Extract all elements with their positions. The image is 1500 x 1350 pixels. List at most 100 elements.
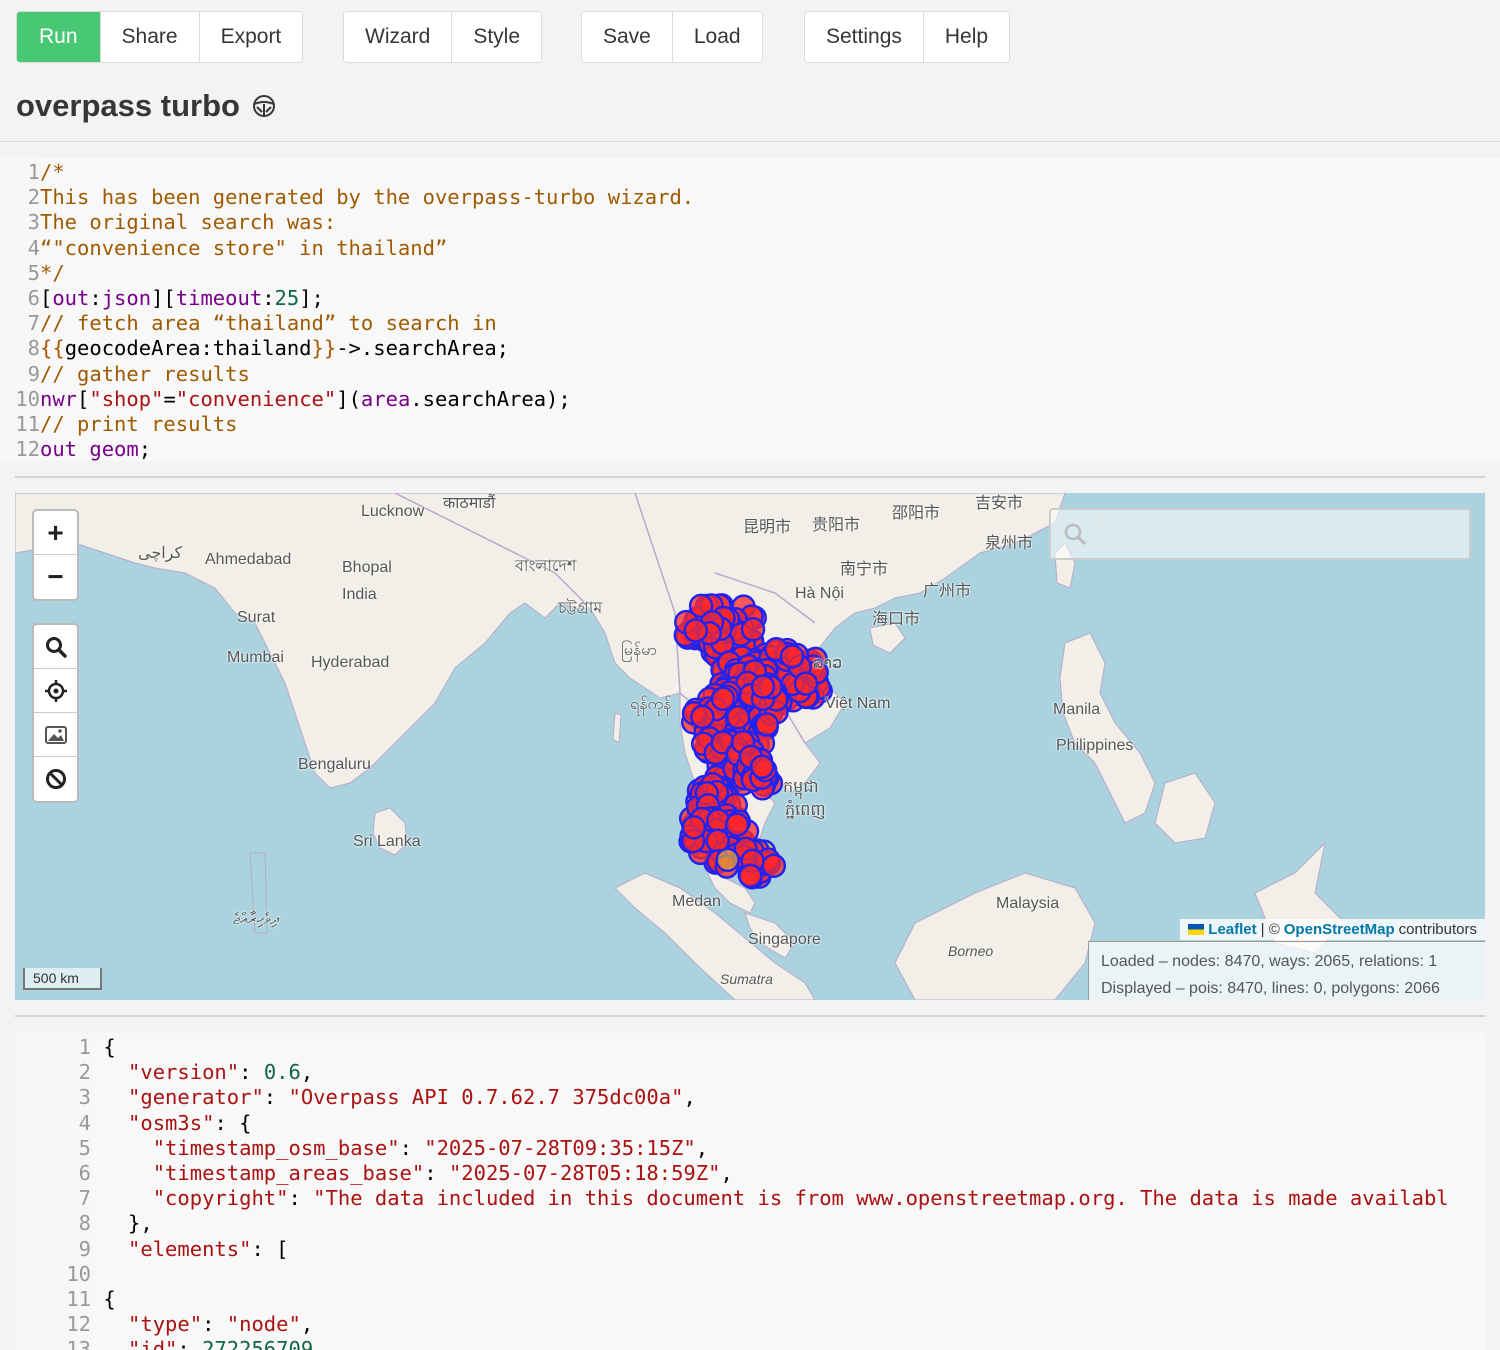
code-token: // print results bbox=[40, 412, 238, 436]
ukraine-flag-icon bbox=[1188, 924, 1205, 935]
poi-marker[interactable] bbox=[738, 863, 763, 889]
query-editor[interactable]: 1/* 2This has been generated by the overp… bbox=[0, 158, 1500, 461]
output-line[interactable]: 7 "copyright": "The data included in thi… bbox=[15, 1186, 1449, 1211]
map-view[interactable]: Lucknow काठमाडौं 昆明市 贵阳市 邵阳市 吉安市 泉州市 كراچی Ahmed… bbox=[15, 493, 1485, 1000]
run-button[interactable]: Run bbox=[17, 12, 101, 62]
locate-me-button[interactable] bbox=[34, 669, 77, 713]
output-line[interactable]: 8 }, bbox=[15, 1211, 153, 1236]
poi-marker[interactable] bbox=[750, 674, 776, 699]
map-label-bangladesh: বাংলাদেশ bbox=[515, 558, 577, 575]
code-token: nwr bbox=[40, 386, 78, 411]
output-line[interactable]: 3 "generator": "Overpass API 0.7.62.7 37… bbox=[15, 1085, 696, 1110]
zoom-out-button[interactable]: − bbox=[34, 555, 77, 599]
poi-marker[interactable] bbox=[690, 704, 715, 730]
wizard-button[interactable]: Wizard bbox=[344, 12, 453, 62]
output-line[interactable]: 4 "osm3s": { bbox=[15, 1111, 252, 1136]
poi-marker[interactable] bbox=[724, 812, 750, 837]
map-label-borneo: Borneo bbox=[948, 943, 994, 959]
poi-marker[interactable] bbox=[793, 671, 819, 696]
map-label-haikou: 海口市 bbox=[872, 611, 921, 628]
code-token: 25 bbox=[274, 286, 300, 310]
line-number: 9 bbox=[78, 1236, 91, 1261]
query-line[interactable]: 2This has been generated by the overpass… bbox=[0, 185, 694, 210]
query-line[interactable]: 12out geom; bbox=[0, 437, 151, 462]
query-line[interactable]: 7// fetch area “thailand” to search in bbox=[0, 311, 497, 336]
poi-marker[interactable] bbox=[779, 644, 805, 669]
save-button[interactable]: Save bbox=[582, 12, 673, 62]
output-line[interactable]: 1 { bbox=[15, 1035, 116, 1060]
json-token: "version" bbox=[128, 1060, 240, 1085]
line-number: 10 bbox=[66, 1261, 91, 1286]
output-viewer[interactable]: 1 {2 "version": 0.6, 3 "generator": "Over… bbox=[15, 1033, 1485, 1350]
poi-marker[interactable] bbox=[754, 712, 780, 737]
osm-link[interactable]: OpenStreetMap bbox=[1284, 921, 1395, 938]
map-label-bengaluru: Bengaluru bbox=[298, 756, 371, 773]
map-label-chittagong: চট্টগ্রাম bbox=[558, 600, 603, 617]
output-line[interactable]: 2 "version": 0.6, bbox=[15, 1060, 314, 1085]
export-button[interactable]: Export bbox=[199, 12, 303, 62]
help-button[interactable]: Help bbox=[923, 12, 1010, 62]
output-line[interactable]: 13 "id": 272256709, bbox=[15, 1337, 325, 1350]
map-label-myanmar: မြန်မာ bbox=[621, 642, 657, 659]
poi-marker[interactable] bbox=[715, 847, 740, 873]
query-line[interactable]: 6[out:json][timeout:25]; bbox=[0, 286, 324, 311]
zoom-in-button[interactable]: + bbox=[34, 511, 77, 555]
run-share-export-group: Run Share Export bbox=[16, 11, 304, 63]
line-number: 9 bbox=[27, 361, 40, 386]
json-token: , bbox=[695, 1135, 709, 1160]
map-label-vietnam: Việt Nam bbox=[825, 695, 891, 712]
zoom-to-data-button[interactable] bbox=[34, 625, 77, 669]
share-button[interactable]: Share bbox=[100, 12, 200, 62]
poi-marker[interactable] bbox=[749, 754, 775, 780]
map-output-divider[interactable] bbox=[15, 1015, 1485, 1017]
output-line[interactable]: 5 "timestamp_osm_base": "2025-07-28T09:3… bbox=[15, 1136, 708, 1161]
query-line[interactable]: 10nwr["shop"="convenience"](area.searchA… bbox=[0, 386, 570, 412]
poi-marker[interactable] bbox=[710, 686, 736, 712]
poi-marker[interactable] bbox=[683, 618, 709, 643]
leaflet-link[interactable]: Leaflet bbox=[1208, 921, 1256, 938]
code-token: “"convenience store" in thailand” bbox=[40, 235, 448, 260]
map-label-laos: ລາວ bbox=[813, 655, 843, 672]
attribution-suffix: contributors bbox=[1398, 921, 1477, 938]
output-line[interactable]: 11 { bbox=[15, 1287, 115, 1312]
query-line[interactable]: 3The original search was: bbox=[0, 210, 337, 235]
settings-button[interactable]: Settings bbox=[805, 12, 924, 62]
json-token: 272256709 bbox=[202, 1337, 314, 1350]
map-label-manila: Manila bbox=[1053, 701, 1101, 718]
style-button[interactable]: Style bbox=[452, 12, 542, 62]
editor-map-divider[interactable] bbox=[15, 476, 1485, 478]
poi-marker[interactable] bbox=[681, 815, 707, 840]
map-label-nanning: 南宁市 bbox=[840, 561, 889, 578]
query-line[interactable]: 4“"convenience store" in thailand” bbox=[0, 235, 448, 261]
output-line[interactable]: 9 "elements": [ bbox=[15, 1236, 289, 1262]
query-line[interactable]: 9// gather results bbox=[0, 362, 250, 387]
json-token: , bbox=[683, 1085, 696, 1110]
query-line[interactable]: 11// print results bbox=[0, 412, 237, 437]
code-token: */ bbox=[40, 260, 65, 285]
query-line[interactable]: 5*/ bbox=[0, 261, 65, 286]
poi-marker[interactable] bbox=[740, 617, 766, 642]
line-number: 8 bbox=[78, 1211, 91, 1236]
map-search-input[interactable] bbox=[1049, 508, 1471, 560]
code-token: // fetch area “thailand” to search in bbox=[40, 311, 497, 336]
json-token: : bbox=[239, 1060, 264, 1085]
query-line[interactable]: 8{{geocodeArea:thailand}}->.searchArea; bbox=[0, 336, 509, 361]
output-line[interactable]: 12 "type": "node", bbox=[15, 1312, 313, 1337]
displayed-stats: Displayed – pois: 8470, lines: 0, polygo… bbox=[1101, 980, 1440, 997]
output-line[interactable]: 6 "timestamp_areas_base": "2025-07-28T05… bbox=[15, 1161, 733, 1186]
map-label-kunming: 昆明市 bbox=[743, 519, 792, 536]
map-label-maldives: ދިވެހިރާއްޖެ bbox=[233, 911, 279, 928]
poi-marker[interactable] bbox=[761, 853, 787, 878]
clear-data-button[interactable] bbox=[34, 757, 77, 801]
line-number: 5 bbox=[78, 1135, 91, 1160]
code-token: This has been generated by the overpass-… bbox=[40, 185, 695, 210]
load-button[interactable]: Load bbox=[672, 12, 762, 62]
query-line[interactable]: 1/* bbox=[0, 160, 65, 185]
export-image-button[interactable] bbox=[34, 713, 77, 757]
output-line[interactable]: 10 bbox=[15, 1262, 103, 1287]
map-label-phnompenh: ភ្នំពេញ bbox=[785, 802, 826, 819]
